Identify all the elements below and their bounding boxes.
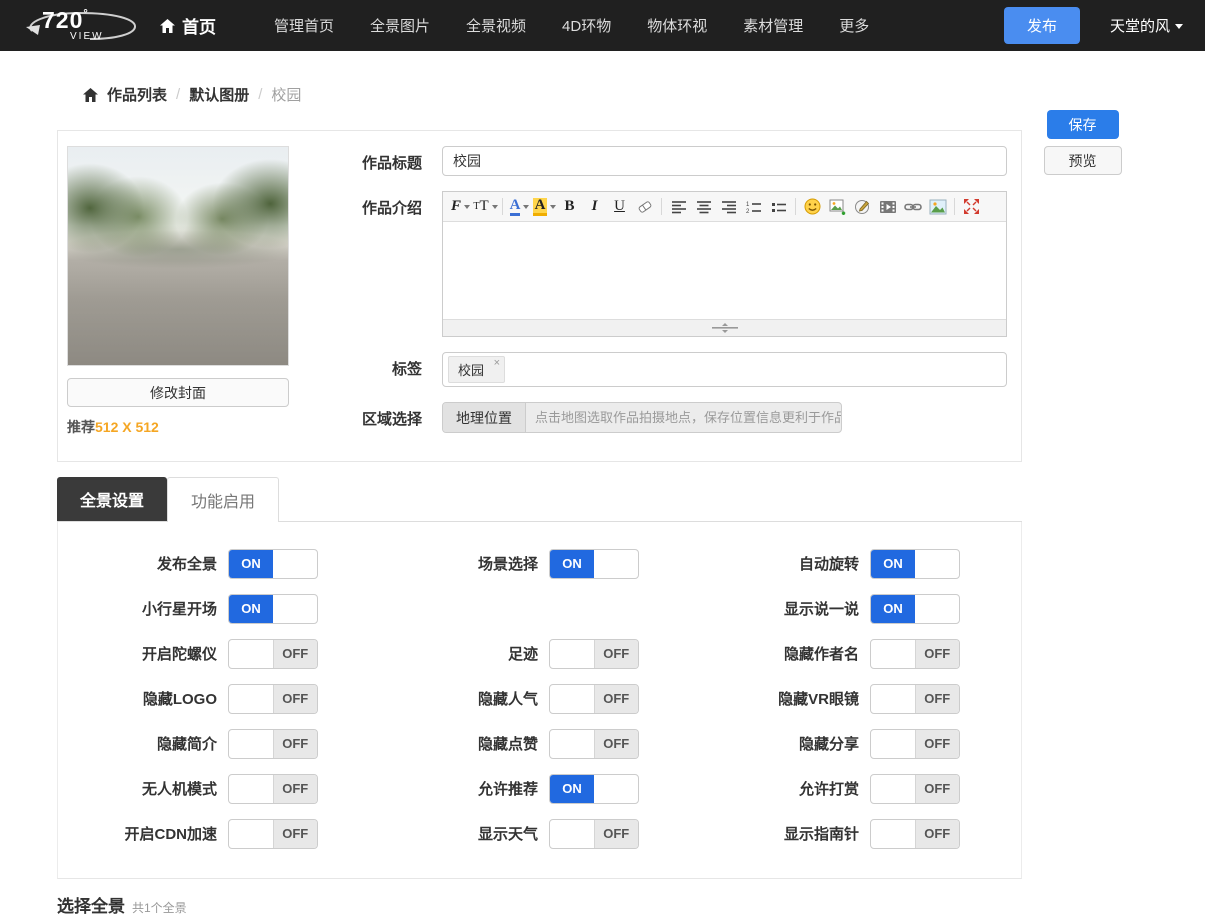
switch-grid: 发布全景 ON 场景选择 ON 自动旋转 ON 小行星开场 ON 显示说一说 ON 开启陀… (58, 541, 1021, 856)
toggle-footprints[interactable]: OFF (549, 638, 639, 669)
svg-text:2: 2 (746, 209, 750, 214)
chevron-down-icon (1175, 24, 1183, 29)
brand-logo[interactable]: 720° VIEW (18, 5, 140, 47)
underline-icon[interactable]: U (607, 195, 632, 218)
top-navbar: 720° VIEW 首页 管理首页 全景图片 全景视频 4D环物 物体环视 素材… (0, 0, 1205, 51)
toggle-hide-logo[interactable]: OFF (228, 683, 318, 714)
publish-button[interactable]: 发布 (1003, 7, 1080, 44)
toggle-allow-tips[interactable]: OFF (870, 773, 960, 804)
cover-thumbnail (67, 146, 289, 366)
breadcrumb-current: 校园 (271, 87, 302, 104)
change-cover-button[interactable]: 修改封面 (67, 378, 289, 407)
action-column: 保存 预览 (1035, 110, 1130, 462)
toggle-scene-select[interactable]: ON (549, 548, 639, 579)
work-edit-panel: 修改封面 推荐512 X 512 作品标题 作品介绍 F TT (57, 130, 1022, 462)
editor-content-area[interactable] (443, 222, 1006, 319)
align-center-icon[interactable] (691, 195, 716, 218)
emoticon-icon[interactable] (800, 195, 825, 218)
nav-home[interactable]: 首页 (160, 13, 216, 38)
logo-number: 720° (42, 6, 89, 33)
select-pano-title: 选择全景 (57, 897, 125, 916)
tag-remove-icon[interactable]: × (494, 357, 500, 369)
svg-text:1: 1 (746, 202, 750, 208)
tags-input[interactable]: 校园 × (442, 352, 1007, 387)
tags-label: 标签 (391, 361, 422, 378)
nav-item-asset-manage[interactable]: 素材管理 (743, 15, 803, 36)
intro-label: 作品介绍 (361, 200, 422, 217)
highlight-color-icon[interactable]: A (532, 195, 557, 218)
tag-chip: 校园 × (448, 356, 506, 383)
nav-menu: 管理首页 全景图片 全景视频 4D环物 物体环视 素材管理 更多 (274, 15, 869, 36)
region-label: 区域选择 (361, 411, 422, 428)
title-label: 作品标题 (361, 155, 422, 172)
toggle-allow-recommend[interactable]: ON (549, 773, 639, 804)
toggle-show-comments[interactable]: ON (870, 593, 960, 624)
form-fields: 作品标题 作品介绍 F TT A A B (332, 146, 1007, 437)
settings-tabs: 全景设置 功能启用 (57, 477, 1022, 522)
media-icon[interactable] (875, 195, 900, 218)
image-upload-icon[interactable] (825, 195, 850, 218)
save-button[interactable]: 保存 (1046, 110, 1119, 139)
rich-text-editor: F TT A A B I U 1 2 (442, 191, 1007, 337)
cover-size-hint: 推荐512 X 512 (67, 419, 159, 435)
toggle-cdn-acceleration[interactable]: OFF (228, 818, 318, 849)
editor-resize-grip[interactable] (711, 323, 738, 333)
cover-column: 修改封面 推荐512 X 512 (67, 146, 289, 437)
italic-icon[interactable]: I (582, 195, 607, 218)
toggle-show-compass[interactable]: OFF (870, 818, 960, 849)
nav-item-4d-objects[interactable]: 4D环物 (562, 15, 611, 36)
toggle-hide-author[interactable]: OFF (870, 638, 960, 669)
toggle-hide-likes[interactable]: OFF (549, 728, 639, 759)
fullscreen-icon[interactable] (959, 195, 984, 218)
align-right-icon[interactable] (716, 195, 741, 218)
link-icon[interactable] (900, 195, 925, 218)
page-edit-icon[interactable] (850, 195, 875, 218)
nav-item-pano-videos[interactable]: 全景视频 (466, 15, 526, 36)
align-left-icon[interactable] (666, 195, 691, 218)
font-family-icon[interactable]: F (448, 195, 473, 218)
nav-item-more[interactable]: 更多 (839, 15, 869, 36)
breadcrumb-default-album[interactable]: 默认图册 (189, 84, 249, 105)
toggle-auto-rotate[interactable]: ON (870, 548, 960, 579)
nav-item-object-view[interactable]: 物体环视 (647, 15, 707, 36)
toggle-hide-popularity[interactable]: OFF (549, 683, 639, 714)
region-picker: 地理位置 点击地图选取作品拍摄地点，保存位置信息更利于作品被推 (442, 402, 842, 433)
toggle-hide-share[interactable]: OFF (870, 728, 960, 759)
toggle-hide-vr-glasses[interactable]: OFF (870, 683, 960, 714)
toggle-drone-mode[interactable]: OFF (228, 773, 318, 804)
bold-icon[interactable]: B (557, 195, 582, 218)
geo-location-placeholder[interactable]: 点击地图选取作品拍摄地点，保存位置信息更利于作品被推 (526, 403, 841, 432)
home-icon (83, 87, 98, 102)
preview-button[interactable]: 预览 (1043, 146, 1122, 175)
toggle-publish-pano[interactable]: ON (228, 548, 318, 579)
home-icon (160, 18, 175, 33)
editor-statusbar (443, 319, 1006, 336)
title-input[interactable] (442, 146, 1007, 176)
remove-format-icon[interactable] (632, 195, 657, 218)
logo-word: VIEW (70, 30, 104, 42)
breadcrumb: 作品列表 / 默认图册 / 校园 (83, 84, 1205, 105)
breadcrumb-works-list[interactable]: 作品列表 (107, 84, 167, 105)
text-color-icon[interactable]: A (507, 195, 532, 218)
geo-location-button[interactable]: 地理位置 (443, 403, 526, 432)
pano-settings-panel: 发布全景 ON 场景选择 ON 自动旋转 ON 小行星开场 ON 显示说一说 ON 开启陀… (57, 522, 1022, 879)
nav-item-pano-images[interactable]: 全景图片 (370, 15, 430, 36)
user-menu[interactable]: 天堂的风 (1110, 15, 1183, 36)
ordered-list-icon[interactable]: 12 (741, 195, 766, 218)
font-size-icon[interactable]: TT (473, 195, 498, 218)
toggle-show-weather[interactable]: OFF (549, 818, 639, 849)
pano-count: 共1个全景 (132, 901, 187, 915)
editor-toolbar: F TT A A B I U 1 2 (443, 192, 1006, 222)
nav-item-manage-home[interactable]: 管理首页 (274, 15, 334, 36)
unordered-list-icon[interactable] (766, 195, 791, 218)
toggle-hide-intro[interactable]: OFF (228, 728, 318, 759)
tab-pano-settings[interactable]: 全景设置 (57, 477, 168, 521)
toggle-little-planet-intro[interactable]: ON (228, 593, 318, 624)
select-pano-section: 选择全景 共1个全景 (57, 892, 1205, 917)
toggle-gyroscope[interactable]: OFF (228, 638, 318, 669)
picture-icon[interactable] (925, 195, 950, 218)
tab-feature-enable[interactable]: 功能启用 (167, 477, 280, 522)
